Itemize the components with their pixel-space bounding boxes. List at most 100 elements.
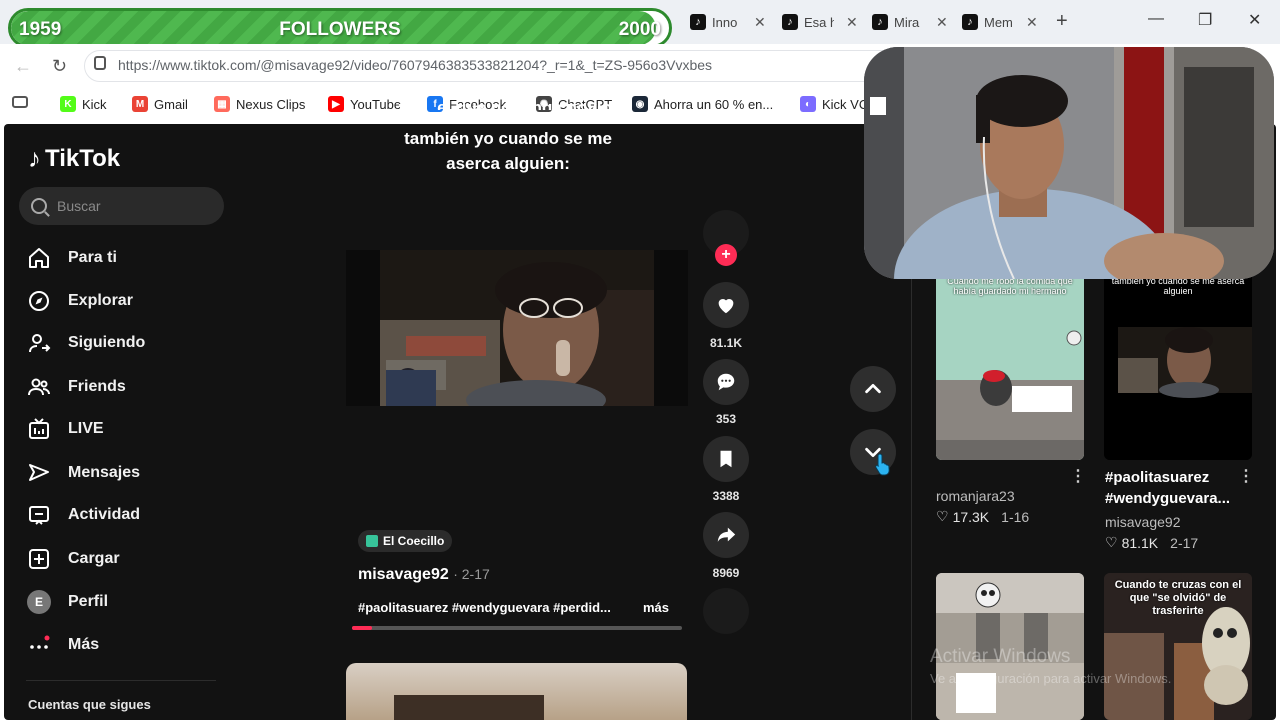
tab-3[interactable]: ♪ Mira ✕ bbox=[872, 8, 948, 36]
sound-disc[interactable] bbox=[703, 588, 749, 634]
video-caption-line2: aserca alguien: bbox=[446, 154, 570, 173]
windows-activation-text: Ve a Configuración para activar Windows. bbox=[930, 671, 1172, 686]
video-progress-bar[interactable] bbox=[352, 626, 682, 630]
more-options-icon[interactable]: ⋮ bbox=[1070, 466, 1086, 486]
followers-title: FOLLOWERS bbox=[279, 19, 401, 40]
grid-thumb-caption: Cuando me robo la comida que había guard… bbox=[947, 276, 1073, 296]
follow-button[interactable]: + bbox=[715, 244, 737, 266]
sidebar-item-label: Mensajes bbox=[68, 464, 141, 481]
tab-2[interactable]: ♪ Esa h ✕ bbox=[782, 8, 858, 36]
bookmark-label: Nexus Clips bbox=[236, 96, 306, 112]
share-button[interactable] bbox=[703, 512, 749, 558]
video-author[interactable]: misavage92 · 2-17 bbox=[358, 566, 490, 584]
bookmark-icon bbox=[720, 450, 732, 468]
search-input[interactable]: Buscar bbox=[19, 187, 224, 225]
grid-username[interactable]: romanjara23 bbox=[936, 488, 1015, 504]
close-window-button[interactable]: ✕ bbox=[1248, 10, 1261, 30]
video-caption-line1: también yo cuando se me bbox=[404, 129, 612, 148]
minimize-button[interactable]: — bbox=[1148, 10, 1164, 28]
close-tab-icon[interactable]: ✕ bbox=[1026, 14, 1038, 31]
sidebar-item-mensajes[interactable]: Mensajes bbox=[26, 460, 140, 486]
like-button[interactable] bbox=[703, 282, 749, 328]
grid-video-title[interactable]: #paolitasuarez #wendyguevara... bbox=[1105, 467, 1235, 509]
sidebar-item-cargar[interactable]: Cargar bbox=[26, 546, 120, 572]
next-video-preview[interactable] bbox=[346, 663, 687, 720]
grid-date: 2-17 bbox=[1170, 534, 1199, 551]
sidebar-item-label: Siguiendo bbox=[68, 334, 146, 351]
followers-goal-bar: 1959 FOLLOWERS 2000 bbox=[8, 8, 672, 48]
column-separator bbox=[911, 270, 912, 720]
music-badge-label: El Coecillo bbox=[383, 534, 445, 548]
new-tab-button[interactable]: + bbox=[1056, 10, 1068, 33]
sidebar-item-siguiendo[interactable]: Siguiendo bbox=[26, 330, 145, 356]
following-icon bbox=[26, 330, 52, 356]
close-tab-icon[interactable]: ✕ bbox=[754, 14, 766, 31]
tiktok-favicon-icon: ♪ bbox=[690, 14, 706, 30]
share-icon bbox=[717, 527, 736, 542]
author-name[interactable]: misavage92 bbox=[358, 566, 449, 583]
kick-vo-icon: ◐ bbox=[800, 96, 816, 112]
heart-icon bbox=[718, 299, 734, 314]
comment-icon bbox=[717, 373, 735, 391]
windows-activation-title: Activar Windows bbox=[930, 646, 1071, 667]
url-text[interactable]: https://www.tiktok.com/@misavage92/video… bbox=[118, 57, 712, 73]
sidebar-item-live[interactable]: LIVE bbox=[26, 416, 104, 442]
bookmark-nexus[interactable]: ▦ Nexus Clips bbox=[214, 96, 305, 112]
tab-4[interactable]: ♪ Mem ✕ bbox=[962, 8, 1038, 36]
bookmark-label: Ahorra un 60 % en... bbox=[654, 96, 774, 112]
tiktok-favicon-icon: ♪ bbox=[962, 14, 978, 30]
friends-icon bbox=[26, 374, 52, 400]
close-tab-icon[interactable]: ✕ bbox=[846, 14, 858, 31]
video-player[interactable] bbox=[346, 250, 688, 406]
tab-search-icon bbox=[12, 96, 28, 108]
site-info-icon[interactable] bbox=[94, 56, 106, 70]
more-caption-button[interactable]: más bbox=[643, 600, 669, 615]
home-icon bbox=[26, 245, 52, 271]
like-count: 81.1K bbox=[709, 336, 743, 350]
more-options-icon[interactable]: ⋮ bbox=[1238, 466, 1254, 486]
video-progress-fill bbox=[352, 626, 372, 630]
sidebar-item-mas[interactable]: Más bbox=[26, 632, 99, 658]
activity-icon bbox=[26, 502, 52, 528]
close-tab-icon[interactable]: ✕ bbox=[936, 14, 948, 31]
grid-video-thumb[interactable]: Cuando me robo la comida que había guard… bbox=[936, 270, 1084, 460]
sidebar-item-friends[interactable]: Friends bbox=[26, 374, 126, 400]
grid-video-thumb[interactable]: Cuando te cruzas con el que "se olvidó" … bbox=[1104, 573, 1252, 720]
save-button[interactable] bbox=[703, 436, 749, 482]
bookmark-steam[interactable]: ◉ Ahorra un 60 % en... bbox=[632, 96, 773, 112]
grid-video-thumb[interactable]: también yo cuando se me aserca alguien bbox=[1104, 270, 1252, 460]
nexus-icon: ▦ bbox=[214, 96, 230, 112]
reload-button[interactable]: ↻ bbox=[52, 56, 67, 77]
back-button[interactable]: ← bbox=[14, 56, 32, 77]
comment-button[interactable] bbox=[703, 359, 749, 405]
sidebar-item-para-ti[interactable]: Para ti bbox=[26, 245, 117, 271]
grid-thumb-caption: Cuando te cruzas con el que "se olvidó" … bbox=[1114, 579, 1242, 617]
music-icon bbox=[366, 535, 378, 547]
upload-icon bbox=[26, 546, 52, 572]
grid-username[interactable]: misavage92 bbox=[1105, 514, 1181, 530]
avatar-letter: E bbox=[27, 590, 51, 614]
bookmark-gmail[interactable]: M Gmail bbox=[132, 96, 188, 112]
music-badge[interactable]: El Coecillo bbox=[358, 530, 453, 552]
tab-label: Esa h bbox=[804, 14, 834, 30]
previous-video-button[interactable] bbox=[850, 366, 896, 412]
sidebar-item-label: Explorar bbox=[68, 292, 133, 309]
grid-likes: ♡ 81.1K 2-17 bbox=[1105, 534, 1198, 551]
video-hashtags[interactable]: #paolitasuarez #wendyguevara #perdid... bbox=[358, 600, 611, 615]
tab-1[interactable]: ♪ Inno ✕ bbox=[690, 8, 766, 36]
thumbnail-image bbox=[936, 270, 1084, 460]
sidebar-item-perfil[interactable]: E Perfil bbox=[26, 589, 108, 615]
bookmarks-menu-icon[interactable] bbox=[12, 96, 28, 108]
kick-icon: K bbox=[60, 96, 76, 112]
bookmark-kick[interactable]: K Kick bbox=[60, 96, 107, 112]
compass-icon bbox=[26, 288, 52, 314]
sidebar-item-actividad[interactable]: Actividad bbox=[26, 502, 140, 528]
maximize-button[interactable]: ❐ bbox=[1198, 10, 1212, 30]
tiktok-logo-text: TikTok bbox=[45, 144, 121, 172]
tiktok-logo[interactable]: ♪ TikTok bbox=[28, 143, 120, 174]
sidebar-item-label: Actividad bbox=[68, 506, 141, 523]
bookmark-kick-vo[interactable]: ◐ Kick VO bbox=[800, 96, 869, 112]
heart-outline-icon: ♡ bbox=[1105, 534, 1118, 550]
sidebar-item-explorar[interactable]: Explorar bbox=[26, 288, 133, 314]
tab-label: Mira bbox=[894, 14, 920, 30]
